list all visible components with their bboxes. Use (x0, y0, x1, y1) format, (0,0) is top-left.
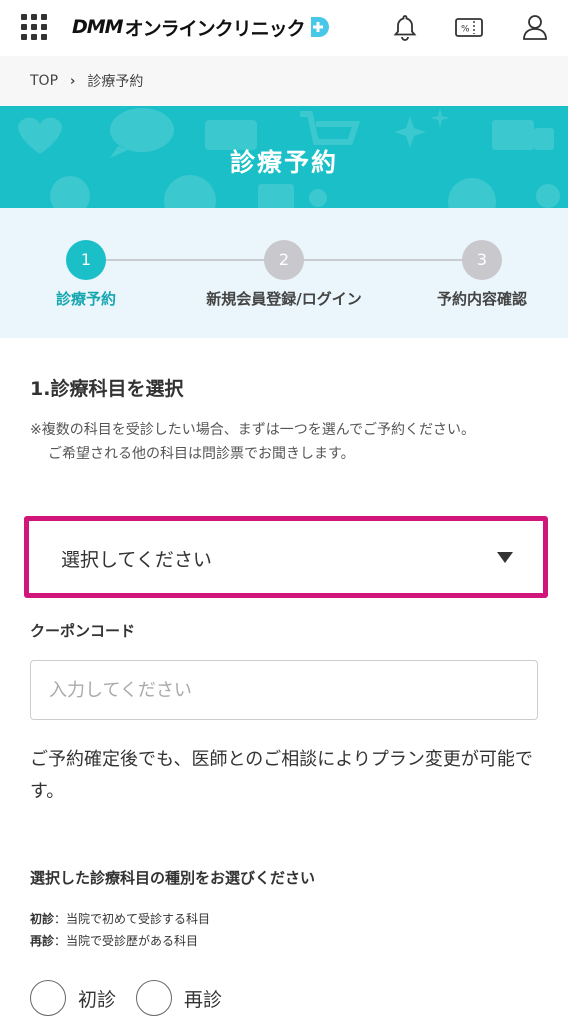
progress-steps: 1 診療予約 2 新規会員登録/ログイン 3 予約内容確認 (0, 208, 568, 338)
step-3-number: 3 (462, 240, 502, 280)
step-1-label: 診療予約 (55, 290, 116, 308)
user-icon[interactable] (520, 12, 550, 42)
return-visit-definition: 再診：当院で受診歴がある科目 (30, 932, 198, 949)
visit-type-radio-group: 初診 再診 (30, 980, 242, 1016)
menu-grid-icon[interactable] (21, 14, 47, 40)
dmm-clinic-logo[interactable]: DMM オンラインクリニック (72, 13, 329, 41)
step-2: 2 新規会員登録/ログイン (184, 240, 384, 309)
step-3: 3 予約内容確認 (382, 240, 568, 309)
section-title: 1.診療科目を選択 (30, 378, 184, 400)
svg-text:%: % (461, 25, 470, 35)
radio-first-visit[interactable]: 初診 (30, 980, 116, 1016)
breadcrumb-top-link[interactable]: TOP (30, 73, 58, 89)
coupon-code-input[interactable] (30, 660, 538, 720)
step-1-number: 1 (66, 240, 106, 280)
logo-brand: DMM (72, 16, 124, 38)
department-select-value: 選択してください (61, 549, 212, 571)
radio-circle[interactable] (30, 980, 66, 1016)
return-visit-term: 再診 (30, 934, 55, 948)
note-line-2: ご希望される他の科目は問診票でお聞きします。 (48, 446, 355, 462)
visit-type-title: 選択した診療科目の種別をお選びください (30, 869, 316, 887)
first-visit-definition: 初診：当院で初めて受診する科目 (30, 910, 210, 927)
logo-text: オンラインクリニック (124, 17, 306, 40)
department-select[interactable]: 選択してください (24, 516, 548, 598)
breadcrumb: TOP › 診療予約 (0, 56, 568, 106)
breadcrumb-current: 診療予約 (87, 74, 144, 90)
chevron-right-icon: › (70, 73, 76, 89)
first-visit-term: 初診 (30, 912, 55, 926)
radio-return-visit[interactable]: 再診 (136, 980, 222, 1016)
plan-change-note: ご予約確定後でも、医師とのご相談によりプラン変更が可能です。 (30, 749, 533, 802)
logo-mark-icon (310, 17, 329, 37)
banner-title: 診療予約 (229, 148, 338, 177)
step-3-label: 予約内容確認 (436, 290, 527, 308)
step-1: 1 診療予約 (0, 240, 186, 309)
step-2-label: 新規会員登録/ログイン (206, 290, 362, 308)
first-visit-desc: ：当院で初めて受診する科目 (54, 912, 211, 926)
note-line-1: ※複数の科目を受診したい場合、まずは一つを選んでご予約ください。 (30, 422, 476, 438)
radio-first-visit-label: 初診 (78, 988, 117, 1011)
coupon-icon[interactable]: % (454, 12, 484, 42)
selection-note: ※複数の科目を受診したい場合、まずは一つを選んでご予約ください。 ご希望される他… (30, 418, 540, 466)
step-2-number: 2 (264, 240, 304, 280)
caret-down-icon (497, 552, 513, 563)
coupon-label: クーポンコード (30, 622, 136, 640)
app-header: DMM オンラインクリニック % (0, 0, 568, 56)
page-banner: 診療予約 (0, 106, 568, 208)
return-visit-desc: ：当院で受診歴がある科目 (54, 934, 199, 948)
radio-return-visit-label: 再診 (184, 988, 223, 1011)
bell-icon[interactable] (390, 12, 420, 42)
radio-circle[interactable] (136, 980, 173, 1016)
